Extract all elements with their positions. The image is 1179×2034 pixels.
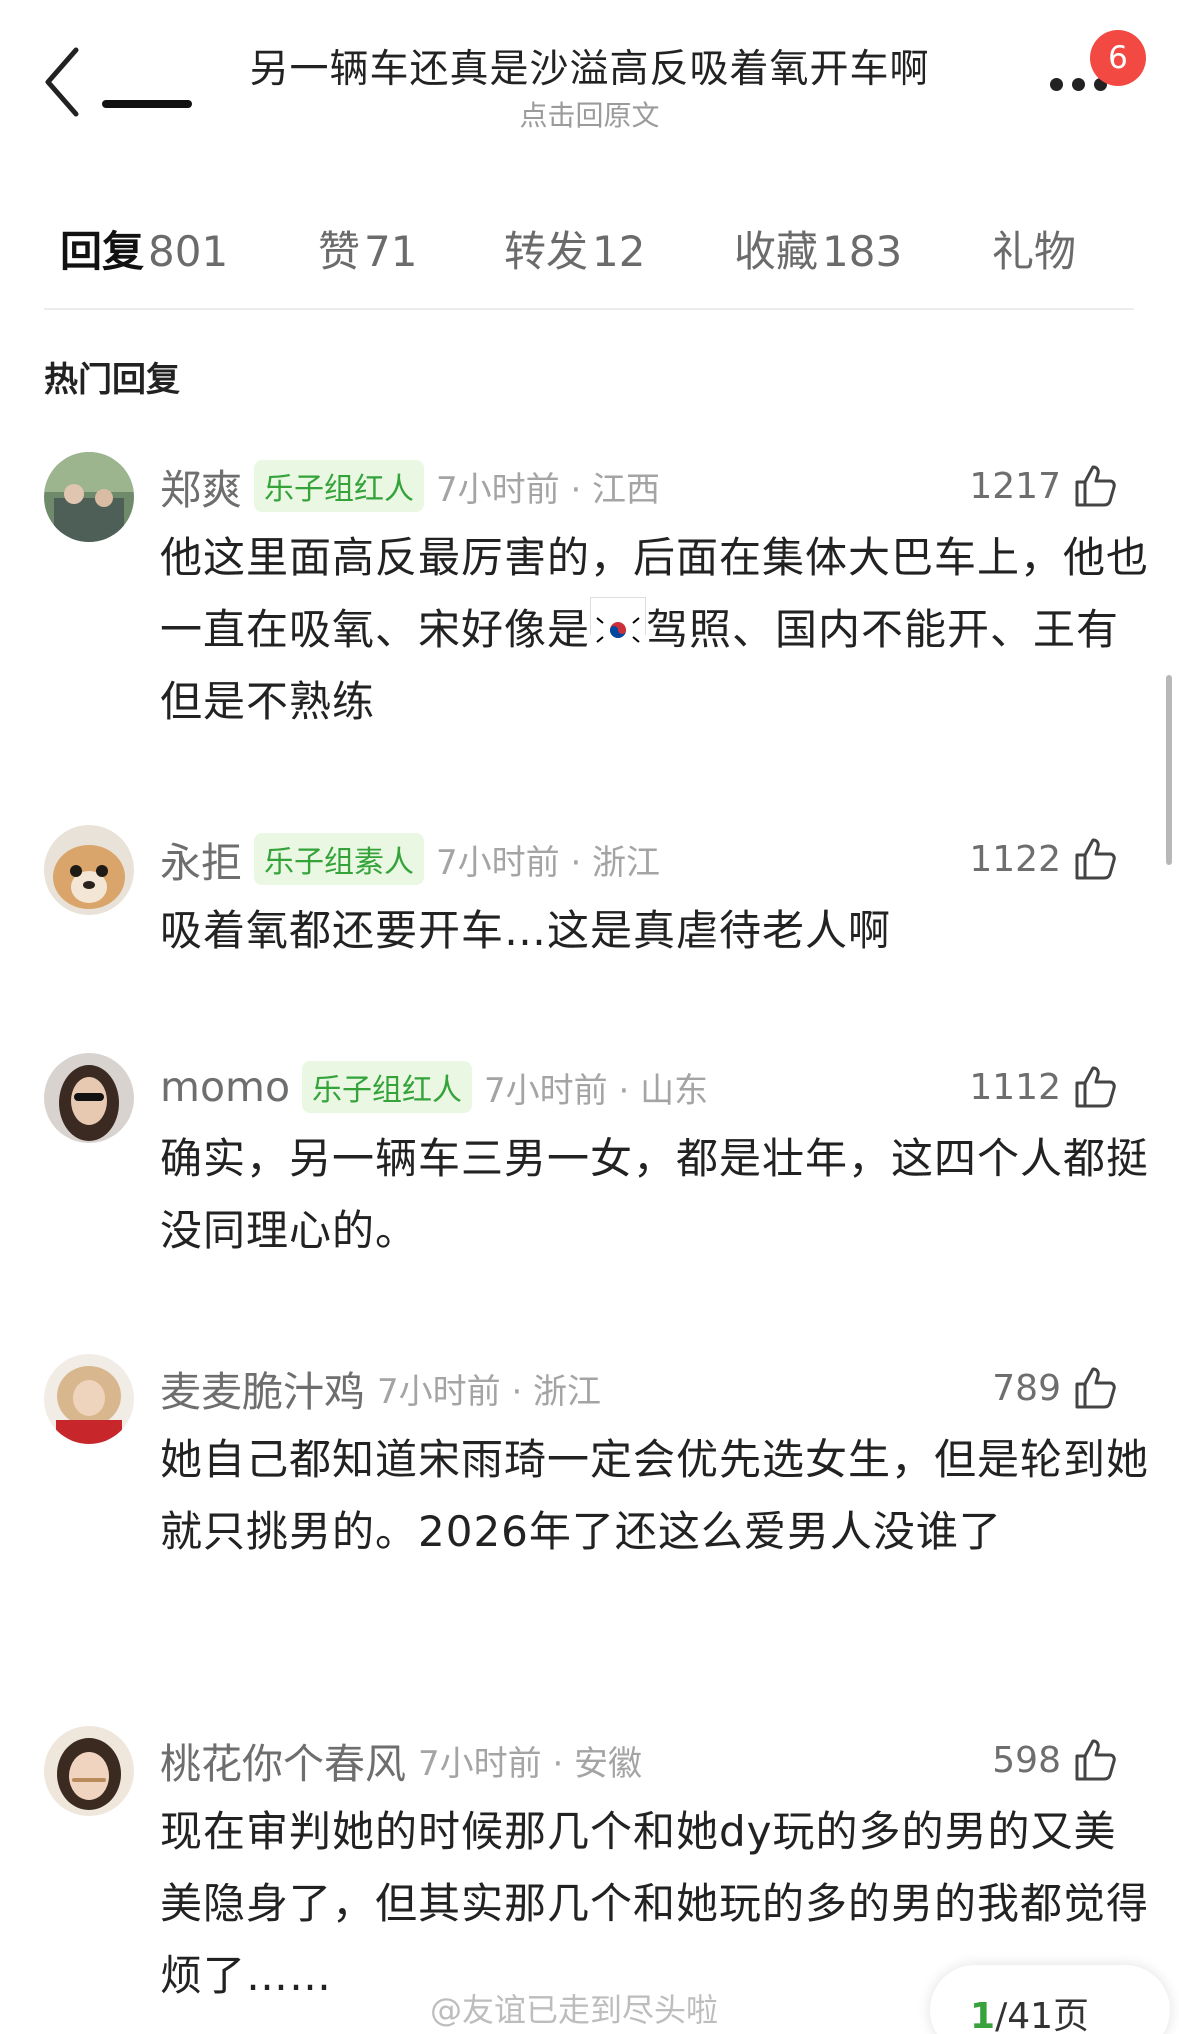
- comment-content: 她自己都知道宋雨琦一定会优先选女生，但是轮到她就只挑男的。2026年了还这么爱男…: [160, 1435, 1150, 1556]
- group-tag[interactable]: 乐子组红人: [302, 1061, 473, 1113]
- username[interactable]: 桃花你个春风: [160, 1730, 406, 1790]
- username[interactable]: momo: [160, 1063, 290, 1111]
- tab-count: 12: [592, 227, 646, 276]
- like-count: 1122: [969, 838, 1061, 880]
- avatar[interactable]: [44, 1053, 134, 1143]
- avatar-image: [44, 1354, 134, 1444]
- active-tab-indicator: [102, 100, 192, 108]
- time-location: 7小时前 · 浙江: [377, 1371, 602, 1412]
- notification-badge: 6: [1090, 30, 1146, 86]
- like-count: 1112: [969, 1066, 1061, 1108]
- like-button[interactable]: 1122: [969, 835, 1119, 883]
- comment-meta: 郑爽 乐子组红人 7小时前 · 江西: [160, 458, 660, 514]
- thumbs-up-icon: [1075, 838, 1116, 880]
- tab-count: 801: [148, 227, 229, 276]
- tab-label: 回复: [60, 227, 145, 276]
- divider: [44, 308, 1134, 310]
- time-location: 7小时前 · 安徽: [418, 1743, 643, 1784]
- avatar-image: [44, 452, 134, 542]
- more-icon-dot: [1072, 78, 1085, 91]
- pager-text: 1/41页: [970, 1987, 1089, 2034]
- scrollbar[interactable]: [1166, 675, 1172, 865]
- comment-meta: 麦麦脆汁鸡 7小时前 · 浙江: [160, 1360, 601, 1416]
- pager-current: 1: [970, 1996, 996, 2034]
- page-indicator[interactable]: 1/41页: [930, 1965, 1170, 2034]
- tab-label: 赞: [318, 227, 361, 276]
- username[interactable]: 永拒: [160, 829, 242, 889]
- like-count: 1217: [969, 465, 1061, 507]
- thumbs-up-icon: [1075, 1367, 1116, 1409]
- thumbs-up-icon: [1075, 1066, 1116, 1108]
- pager-total: /41页: [995, 1996, 1090, 2034]
- avatar[interactable]: [44, 1726, 134, 1816]
- comment-content: 他这里面高反最厉害的，后面在集体大巴车上，他也一直在吸氧、宋好像是 驾照、国内不能…: [160, 522, 1150, 738]
- like-count: 598: [992, 1739, 1061, 1781]
- watermark: @友谊已走到尽头啦: [430, 1991, 719, 2029]
- page-title[interactable]: 另一辆车还真是沙溢高反吸着氧开车啊: [130, 38, 1049, 94]
- avatar[interactable]: [44, 1354, 134, 1444]
- tab-reposts[interactable]: 转发12: [504, 218, 645, 279]
- avatar[interactable]: [44, 825, 134, 915]
- group-tag[interactable]: 乐子组素人: [254, 833, 424, 885]
- more-icon: [1050, 78, 1063, 91]
- group-tag[interactable]: 乐子组红人: [254, 460, 424, 512]
- thumbs-up-icon: [1075, 465, 1116, 507]
- like-button[interactable]: 598: [992, 1736, 1119, 1784]
- header: 另一辆车还真是沙溢高反吸着氧开车啊 点击回原文 6: [0, 0, 1179, 140]
- like-count: 789: [992, 1367, 1061, 1409]
- like-button[interactable]: 1112: [969, 1063, 1119, 1111]
- avatar-image: [44, 825, 134, 915]
- like-button[interactable]: 1217: [969, 462, 1119, 510]
- section-title: 热门回复: [44, 360, 180, 400]
- tab-count: 71: [364, 227, 418, 276]
- tab-favorites[interactable]: 收藏183: [734, 218, 902, 279]
- username[interactable]: 郑爽: [160, 456, 242, 516]
- tab-count: 183: [822, 227, 903, 276]
- time-location: 7小时前 · 江西: [436, 469, 661, 510]
- avatar-image: [44, 1726, 134, 1816]
- time-location: 7小时前 · 山东: [484, 1070, 709, 1111]
- app: 另一辆车还真是沙溢高反吸着氧开车啊 点击回原文 6 回复801 赞71 转发12…: [0, 0, 1179, 2034]
- comment-content: 确实，另一辆车三男一女，都是壮年，这四个人都挺没同理心的。: [160, 1134, 1150, 1255]
- tab-label: 收藏: [734, 227, 819, 276]
- tab-replies[interactable]: 回复801: [60, 218, 228, 279]
- south-korea-flag-icon: [590, 597, 647, 648]
- username[interactable]: 麦麦脆汁鸡: [160, 1358, 365, 1418]
- comment-meta: 桃花你个春风 7小时前 · 安徽: [160, 1732, 642, 1788]
- tab-label: 礼物: [992, 227, 1077, 276]
- avatar-image: [44, 1053, 134, 1143]
- tab-likes[interactable]: 赞71: [318, 218, 417, 279]
- avatar[interactable]: [44, 452, 134, 542]
- comment-meta: momo 乐子组红人 7小时前 · 山东: [160, 1059, 708, 1115]
- tab-bar: 回复801 赞71 转发12 收藏183 礼物: [0, 200, 1179, 310]
- comment-content: 吸着氧都还要开车…这是真虐待老人啊: [160, 906, 892, 955]
- like-button[interactable]: 789: [992, 1364, 1119, 1412]
- thumbs-up-icon: [1075, 1739, 1116, 1781]
- tab-label: 转发: [504, 227, 589, 276]
- comment-meta: 永拒 乐子组素人 7小时前 · 浙江: [160, 831, 660, 887]
- time-location: 7小时前 · 浙江: [436, 842, 661, 883]
- tab-gifts[interactable]: 礼物: [992, 218, 1076, 279]
